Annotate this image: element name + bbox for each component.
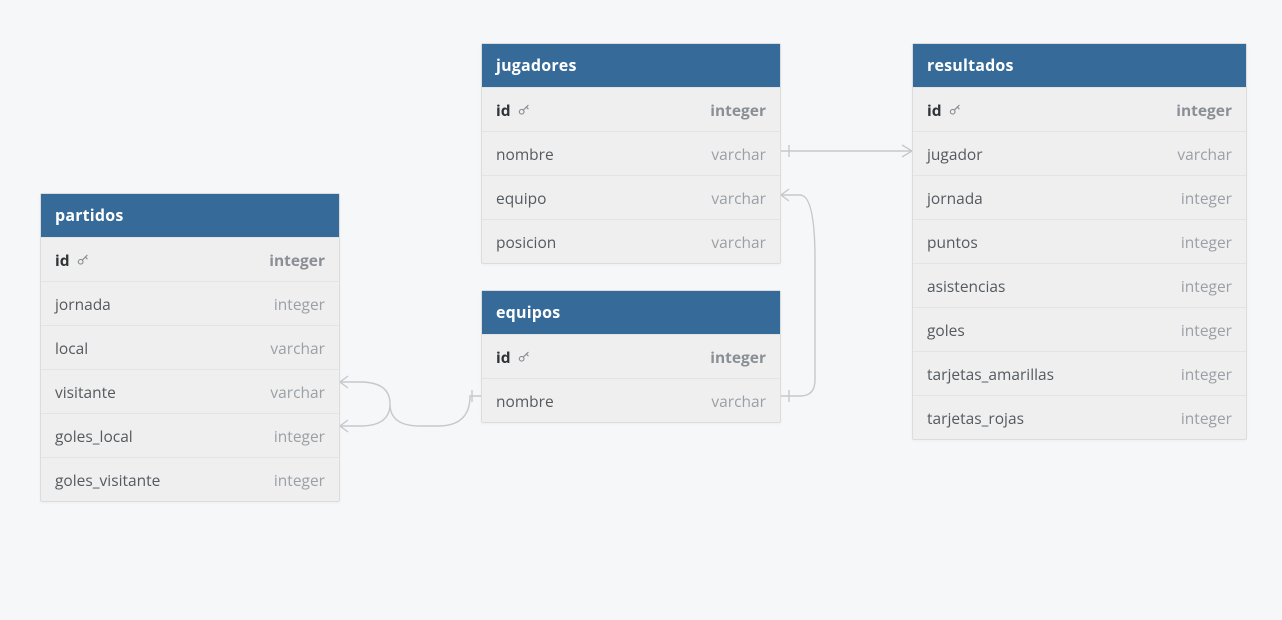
column-type: varchar [711,187,766,209]
column-row: posicion varchar [482,219,780,263]
column-row: jornada integer [41,281,339,325]
column-row: id integer [482,87,780,131]
column-name: id [55,249,70,271]
column-row: puntos integer [913,219,1246,263]
column-type: integer [1176,99,1232,121]
column-row: goles integer [913,307,1246,351]
column-name: jornada [55,293,111,315]
column-name: nombre [496,390,554,412]
column-name: nombre [496,143,554,165]
column-type: integer [269,249,325,271]
column-row: nombre varchar [482,378,780,422]
column-type: varchar [711,231,766,253]
column-row: id integer [41,237,339,281]
column-row: tarjetas_rojas integer [913,395,1246,439]
column-row: jugador varchar [913,131,1246,175]
column-type: varchar [270,337,325,359]
column-type: varchar [270,381,325,403]
column-row: asistencias integer [913,263,1246,307]
primary-key-icon [948,103,962,117]
column-type: integer [1181,319,1232,341]
column-type: integer [1181,407,1232,429]
column-name: visitante [55,381,116,403]
table-header: equipos [482,291,780,334]
column-name: tarjetas_rojas [927,407,1024,429]
column-name: goles_local [55,425,133,447]
column-row: id integer [913,87,1246,131]
column-name: id [927,99,942,121]
table-header: partidos [41,194,339,237]
column-type: integer [1181,363,1232,385]
column-type: integer [710,99,766,121]
column-row: jornada integer [913,175,1246,219]
column-type: varchar [711,390,766,412]
column-type: varchar [1177,143,1232,165]
column-type: integer [274,293,325,315]
column-name: id [496,346,511,368]
column-row: equipo varchar [482,175,780,219]
table-partidos: partidos id integer jornada integer local… [40,193,340,502]
column-name: id [496,99,511,121]
column-name: tarjetas_amarillas [927,363,1054,385]
column-row: tarjetas_amarillas integer [913,351,1246,395]
column-row: nombre varchar [482,131,780,175]
primary-key-icon [517,103,531,117]
column-type: integer [274,469,325,491]
table-header: resultados [913,44,1246,87]
column-row: goles_local integer [41,413,339,457]
column-name: jugador [927,143,983,165]
column-type: integer [710,346,766,368]
column-name: posicion [496,231,556,253]
column-name: local [55,337,88,359]
column-type: integer [1181,187,1232,209]
primary-key-icon [76,253,90,267]
table-header: jugadores [482,44,780,87]
column-type: integer [274,425,325,447]
column-name: jornada [927,187,983,209]
column-row: goles_visitante integer [41,457,339,501]
column-row: id integer [482,334,780,378]
table-resultados: resultados id integer jugador varchar jor… [912,43,1247,440]
column-row: visitante varchar [41,369,339,413]
column-name: goles [927,319,965,341]
column-name: equipo [496,187,546,209]
table-equipos: equipos id integer nombre varchar [481,290,781,423]
column-type: integer [1181,231,1232,253]
column-name: asistencias [927,275,1005,297]
column-type: integer [1181,275,1232,297]
column-row: local varchar [41,325,339,369]
table-jugadores: jugadores id integer nombre varchar equip… [481,43,781,264]
column-type: varchar [711,143,766,165]
column-name: goles_visitante [55,469,160,491]
primary-key-icon [517,350,531,364]
column-name: puntos [927,231,978,253]
